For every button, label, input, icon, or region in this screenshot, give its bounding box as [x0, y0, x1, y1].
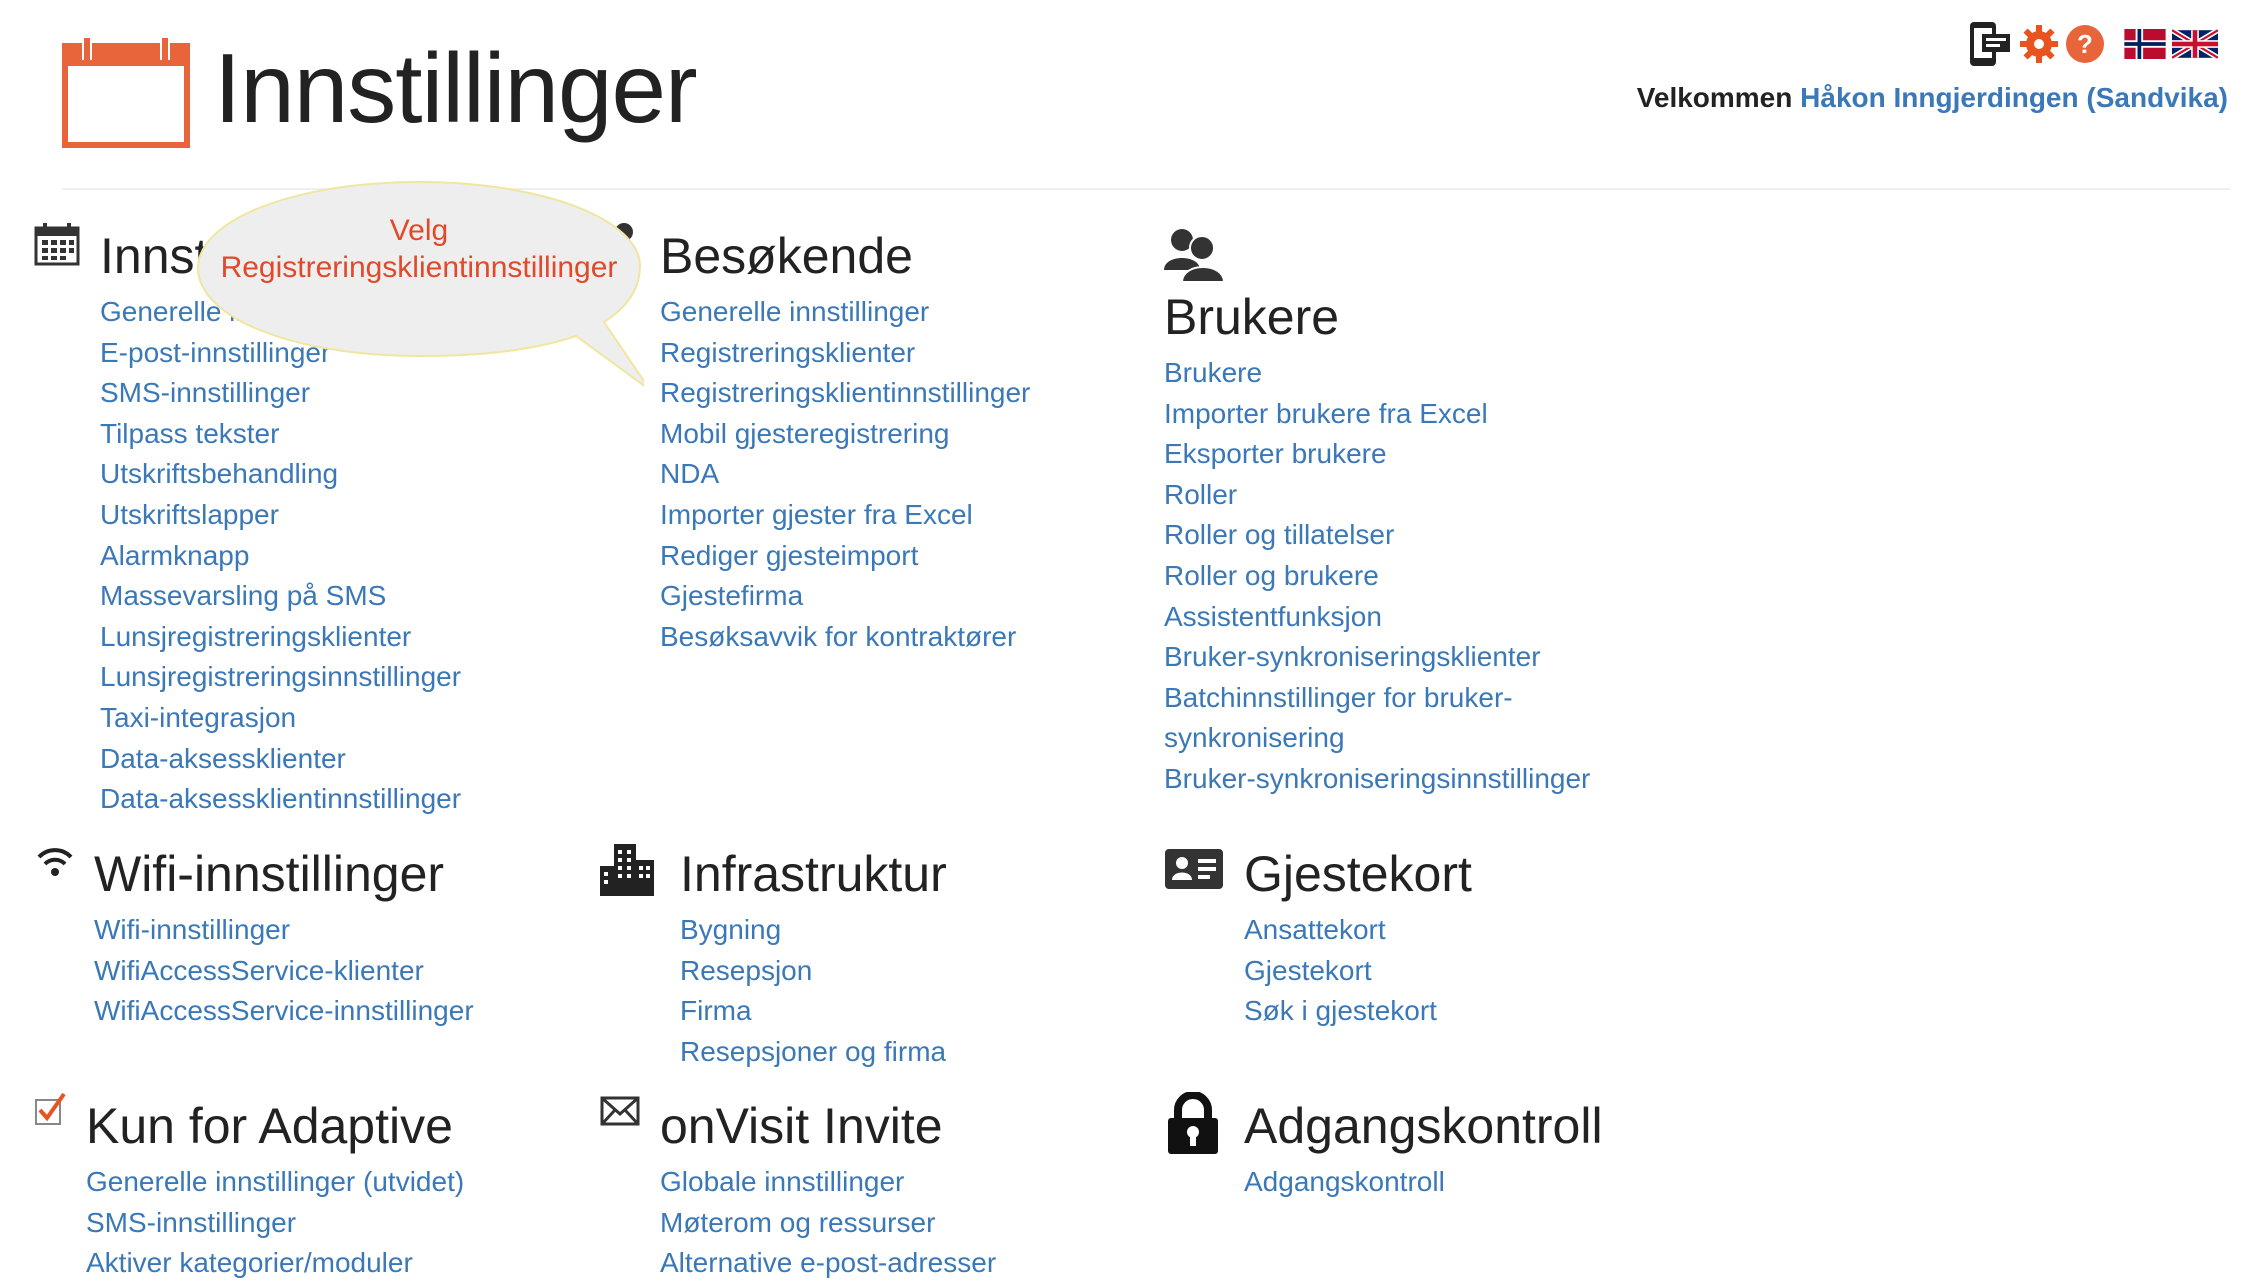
- link-assistentfunksjon[interactable]: Assistentfunksjon: [1164, 597, 1590, 638]
- section-title-besokende: Besøkende: [660, 228, 913, 284]
- innstillinger-links: Generelle innstillinger E-post-innstilli…: [100, 292, 461, 820]
- link-massevarsling-sms[interactable]: Massevarsling på SMS: [100, 576, 461, 617]
- link-besoksavvik[interactable]: Besøksavvik for kontraktører: [660, 617, 1030, 658]
- link-roller[interactable]: Roller: [1164, 475, 1590, 516]
- adgang-links: Adgangskontroll: [1244, 1162, 1445, 1203]
- calendar-logo-icon: [62, 34, 190, 148]
- help-icon[interactable]: ?: [2064, 23, 2106, 70]
- link-lunsjregistreringsklienter[interactable]: Lunsjregistreringsklienter: [100, 617, 461, 658]
- envelope-icon: [600, 1096, 640, 1131]
- brukere-links: Brukere Importer brukere fra Excel Ekspo…: [1164, 353, 1590, 800]
- settings-gear-icon[interactable]: [2018, 23, 2060, 70]
- section-title-innstillinger: Innstillinger: [100, 228, 353, 284]
- mobile-checkin-icon[interactable]: [1968, 20, 2014, 73]
- link-registreringsklienter[interactable]: Registreringsklienter: [660, 333, 1030, 374]
- section-title-gjestekort: Gjestekort: [1244, 846, 1472, 902]
- link-firma[interactable]: Firma: [680, 991, 946, 1032]
- link-utskriftsbehandling[interactable]: Utskriftsbehandling: [100, 454, 461, 495]
- link-wifiaccess-klienter[interactable]: WifiAccessService-klienter: [94, 951, 474, 992]
- section-title-invite: onVisit Invite: [660, 1098, 943, 1154]
- link-bruker-synk-innstillinger[interactable]: Bruker-synkroniseringsinnstillinger: [1164, 759, 1590, 800]
- welcome-message: Velkommen Håkon Inngjerdingen (Sandvika): [1637, 82, 2228, 114]
- link-sms-innstillinger[interactable]: SMS-innstillinger: [100, 373, 461, 414]
- link-batchinnstillinger[interactable]: Batchinnstillinger for bruker-synkronise…: [1164, 678, 1564, 759]
- link-adgangskontroll[interactable]: Adgangskontroll: [1244, 1162, 1445, 1203]
- section-title-infrastruktur: Infrastruktur: [680, 846, 947, 902]
- current-user-link[interactable]: Håkon Inngjerdingen (Sandvika): [1800, 82, 2228, 113]
- section-title-adaptive: Kun for Adaptive: [86, 1098, 453, 1154]
- link-alternative-epost[interactable]: Alternative e-post-adresser: [660, 1243, 996, 1284]
- english-flag-icon[interactable]: [2170, 27, 2220, 64]
- link-roller-tillatelser[interactable]: Roller og tillatelser: [1164, 515, 1590, 556]
- link-data-aksessklienter[interactable]: Data-aksessklienter: [100, 739, 461, 780]
- welcome-prefix: Velkommen: [1636, 82, 1793, 113]
- link-generelle-innstillinger[interactable]: Generelle innstillinger: [100, 292, 461, 333]
- section-title-brukere: Brukere: [1164, 289, 1340, 345]
- norwegian-flag-icon[interactable]: [2122, 28, 2168, 64]
- padlock-icon: [1164, 1091, 1222, 1161]
- link-roller-brukere[interactable]: Roller og brukere: [1164, 556, 1590, 597]
- svg-text:?: ?: [2077, 29, 2093, 59]
- header-divider: [62, 188, 2230, 190]
- link-bygning[interactable]: Bygning: [680, 910, 946, 951]
- section-title-adgang: Adgangskontroll: [1244, 1098, 1603, 1154]
- invite-links: Globale innstillinger Møterom og ressurs…: [660, 1162, 996, 1284]
- gjestekort-links: Ansattekort Gjestekort Søk i gjestekort: [1244, 910, 1437, 1032]
- link-alarmknapp[interactable]: Alarmknapp: [100, 536, 461, 577]
- link-wifi-innstillinger[interactable]: Wifi-innstillinger: [94, 910, 474, 951]
- adaptive-links: Generelle innstillinger (utvidet) SMS-in…: [86, 1162, 464, 1284]
- section-title-wifi: Wifi-innstillinger: [94, 846, 445, 902]
- link-rediger-gjesteimport[interactable]: Rediger gjesteimport: [660, 536, 1030, 577]
- link-registreringsklientinnstillinger[interactable]: Registreringsklientinnstillinger: [660, 373, 1030, 414]
- link-eksporter-brukere[interactable]: Eksporter brukere: [1164, 434, 1590, 475]
- link-generelle-utvidet[interactable]: Generelle innstillinger (utvidet): [86, 1162, 464, 1203]
- link-wifiaccess-innstillinger[interactable]: WifiAccessService-innstillinger: [94, 991, 474, 1032]
- link-importer-gjester[interactable]: Importer gjester fra Excel: [660, 495, 1030, 536]
- link-ansattekort[interactable]: Ansattekort: [1244, 910, 1437, 951]
- link-globale-innstillinger[interactable]: Globale innstillinger: [660, 1162, 996, 1203]
- link-e-post-innstillinger[interactable]: E-post-innstillinger: [100, 333, 461, 374]
- besokende-links: Generelle innstillinger Registreringskli…: [660, 292, 1030, 657]
- link-brukere[interactable]: Brukere: [1164, 353, 1590, 394]
- link-importer-brukere[interactable]: Importer brukere fra Excel: [1164, 394, 1590, 435]
- buildings-icon: [598, 842, 656, 901]
- link-resepsjon[interactable]: Resepsjon: [680, 951, 946, 992]
- link-bruker-synk-klienter[interactable]: Bruker-synkroniseringsklienter: [1164, 637, 1590, 678]
- link-utskriftslapper[interactable]: Utskriftslapper: [100, 495, 461, 536]
- visitor-icon: [608, 222, 636, 263]
- link-mobil-gjesteregistrering[interactable]: Mobil gjesteregistrering: [660, 414, 1030, 455]
- id-card-icon: [1164, 848, 1224, 895]
- link-taxi-integrasjon[interactable]: Taxi-integrasjon: [100, 698, 461, 739]
- wifi-links: Wifi-innstillinger WifiAccessService-kli…: [94, 910, 474, 1032]
- link-data-aksessklientinnstillinger[interactable]: Data-aksessklientinnstillinger: [100, 779, 461, 820]
- link-nda[interactable]: NDA: [660, 454, 1030, 495]
- wifi-icon: [36, 846, 74, 883]
- page-title: Innstillinger: [214, 33, 698, 143]
- link-gjestekort[interactable]: Gjestekort: [1244, 951, 1437, 992]
- link-besokende-generelle[interactable]: Generelle innstillinger: [660, 292, 1030, 333]
- link-lunsjregistreringsinnstillinger[interactable]: Lunsjregistreringsinnstillinger: [100, 657, 461, 698]
- users-group-icon: [1164, 226, 1226, 287]
- calendar-grid-icon: [34, 222, 80, 271]
- checkbox-checked-icon: [34, 1092, 66, 1131]
- link-resepsjoner-firma[interactable]: Resepsjoner og firma: [680, 1032, 946, 1073]
- top-toolbar: ?: [1968, 20, 2220, 73]
- infrastruktur-links: Bygning Resepsjon Firma Resepsjoner og f…: [680, 910, 946, 1072]
- link-moterom-ressurser[interactable]: Møterom og ressurser: [660, 1203, 996, 1244]
- link-gjestefirma[interactable]: Gjestefirma: [660, 576, 1030, 617]
- link-aktiver-kategorier[interactable]: Aktiver kategorier/moduler: [86, 1243, 464, 1284]
- link-sok-gjestekort[interactable]: Søk i gjestekort: [1244, 991, 1437, 1032]
- link-adaptive-sms[interactable]: SMS-innstillinger: [86, 1203, 464, 1244]
- link-tilpass-tekster[interactable]: Tilpass tekster: [100, 414, 461, 455]
